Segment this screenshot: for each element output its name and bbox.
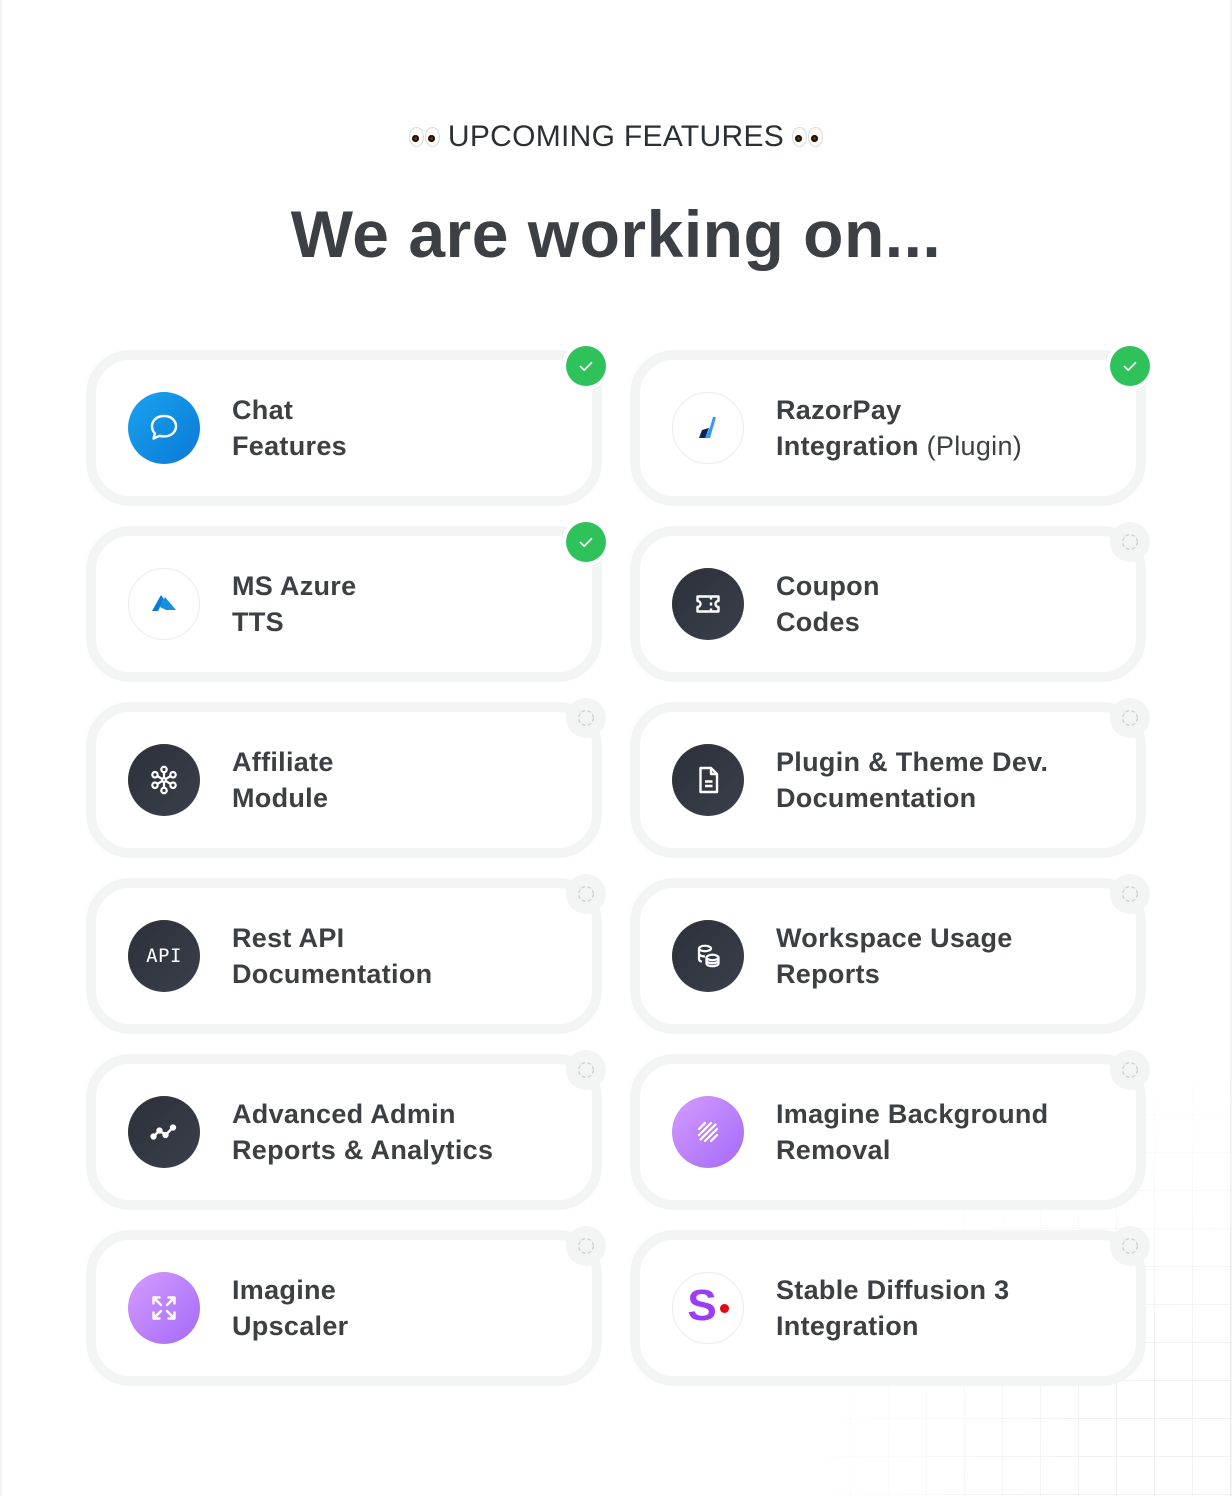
- feature-card-affiliate-module: Affiliate Module: [86, 698, 606, 858]
- loader-icon: [1122, 1062, 1138, 1078]
- loader-icon: [1122, 886, 1138, 902]
- feature-card-plugin-theme-docs: Plugin & Theme Dev. Documentation: [630, 698, 1150, 858]
- ticket-icon: [672, 568, 744, 640]
- check-icon: [579, 361, 593, 371]
- document-icon: [672, 744, 744, 816]
- razorpay-logo-icon: [672, 392, 744, 464]
- expand-arrows-icon: [128, 1272, 200, 1344]
- network-icon: [128, 744, 200, 816]
- check-icon: [1123, 361, 1137, 371]
- feature-card-chat: Chat Features: [86, 346, 606, 506]
- page-headline: We are working on...: [290, 197, 942, 271]
- status-badge-pending: [1110, 874, 1150, 914]
- loader-icon: [578, 886, 594, 902]
- api-icon: API: [128, 920, 200, 992]
- eyes-emoji-icon: [792, 127, 824, 147]
- feature-card-imagine-upscaler: Imagine Upscaler: [86, 1226, 606, 1386]
- feature-card-advanced-admin-reports: Advanced Admin Reports & Analytics: [86, 1050, 606, 1210]
- loader-icon: [578, 1238, 594, 1254]
- feature-title: Coupon Codes: [776, 571, 880, 637]
- status-badge-pending: [566, 698, 606, 738]
- feature-title: Workspace Usage Reports: [776, 923, 1013, 989]
- feature-title: RazorPay Integration (Plugin): [776, 395, 1023, 461]
- loader-icon: [578, 710, 594, 726]
- feature-title: MS Azure TTS: [232, 571, 357, 637]
- feature-card-imagine-background-removal: Imagine Background Removal: [630, 1050, 1150, 1210]
- stable-diffusion-logo-icon: S: [672, 1272, 744, 1344]
- chat-bubble-icon: [128, 392, 200, 464]
- status-badge-pending: [566, 1050, 606, 1090]
- loader-icon: [578, 1062, 594, 1078]
- azure-logo-icon: [128, 568, 200, 640]
- feature-card-coupon-codes: Coupon Codes: [630, 522, 1150, 682]
- loader-icon: [1122, 534, 1138, 550]
- status-badge-pending: [1110, 1050, 1150, 1090]
- stripes-icon: [672, 1096, 744, 1168]
- feature-card-rest-api-docs: API Rest API Documentation: [86, 874, 606, 1034]
- feature-card-workspace-usage-reports: Workspace Usage Reports: [630, 874, 1150, 1034]
- feature-title: Imagine Background Removal: [776, 1099, 1049, 1165]
- status-badge-pending: [1110, 698, 1150, 738]
- loader-icon: [1122, 710, 1138, 726]
- loader-icon: [1122, 1238, 1138, 1254]
- feature-title: Stable Diffusion 3 Integration: [776, 1275, 1010, 1341]
- line-chart-icon: [128, 1096, 200, 1168]
- section-eyebrow: UPCOMING FEATURES: [0, 120, 1232, 154]
- feature-card-stable-diffusion-3: S Stable Diffusion 3 Integration: [630, 1226, 1150, 1386]
- eyebrow-text: UPCOMING FEATURES: [447, 120, 785, 153]
- status-badge-done: [566, 346, 606, 386]
- eyes-emoji-icon: [408, 127, 440, 147]
- feature-card-ms-azure-tts: MS Azure TTS: [86, 522, 606, 682]
- status-badge-done: [1110, 346, 1150, 386]
- feature-title: Rest API Documentation: [232, 923, 433, 989]
- feature-title: Advanced Admin Reports & Analytics: [232, 1099, 494, 1165]
- status-badge-pending: [566, 874, 606, 914]
- status-badge-pending: [1110, 1226, 1150, 1266]
- check-icon: [579, 537, 593, 547]
- feature-title: Imagine Upscaler: [232, 1275, 349, 1341]
- status-badge-pending: [1110, 522, 1150, 562]
- coins-icon: [672, 920, 744, 992]
- status-badge-done: [566, 522, 606, 562]
- feature-grid: Chat Features RazorPay Integration (Plug…: [86, 346, 1150, 1386]
- feature-title: Affiliate Module: [232, 747, 334, 813]
- feature-title: Chat Features: [232, 395, 347, 461]
- feature-card-razorpay: RazorPay Integration (Plugin): [630, 346, 1150, 506]
- status-badge-pending: [566, 1226, 606, 1266]
- feature-title: Plugin & Theme Dev. Documentation: [776, 747, 1049, 813]
